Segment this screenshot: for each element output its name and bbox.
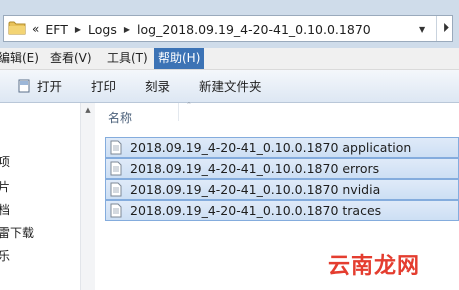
file-row[interactable]: 2018.09.19_4-20-41_0.10.0.1870 traces (105, 200, 459, 221)
go-arrow-icon: ⏵ (442, 21, 450, 36)
nav-item[interactable]: 乐 (0, 247, 10, 264)
breadcrumb-separator-icon[interactable]: ▶ (124, 25, 130, 34)
scroll-up-arrow-icon[interactable]: ▲ (81, 106, 95, 118)
breadcrumb-overflow[interactable]: « (32, 22, 39, 36)
file-name: 2018.09.19_4-20-41_0.10.0.1870 nvidia (130, 182, 381, 197)
file-name: 2018.09.19_4-20-41_0.10.0.1870 errors (130, 161, 380, 176)
folder-icon (8, 21, 26, 35)
nav-item[interactable]: 档 (0, 201, 10, 218)
nav-item[interactable]: 项 (0, 153, 10, 170)
breadcrumb-separator-icon[interactable]: ▶ (75, 25, 81, 34)
menu-view[interactable]: 查看(V) (46, 48, 96, 69)
column-divider[interactable] (178, 103, 179, 121)
menu-edit[interactable]: 编辑(E) (0, 48, 43, 69)
menu-tools[interactable]: 工具(T) (103, 48, 152, 69)
new-folder-button[interactable]: 新建文件夹 (199, 78, 262, 96)
address-bar[interactable]: « EFT ▶ Logs ▶ log_2018.09.19_4-20-41_0.… (3, 15, 453, 42)
file-name: 2018.09.19_4-20-41_0.10.0.1870 traces (130, 203, 382, 218)
text-file-icon (110, 140, 122, 155)
address-dropdown-icon[interactable]: ▼ (419, 25, 425, 34)
file-row[interactable]: 2018.09.19_4-20-41_0.10.0.1870 errors (105, 158, 459, 179)
breadcrumb-item[interactable]: EFT (45, 22, 68, 37)
burn-button[interactable]: 刻录 (145, 78, 170, 96)
text-file-icon (110, 161, 122, 176)
watermark-logo: 云南龙网 (328, 254, 421, 279)
address-go-button[interactable]: ⏵ (436, 16, 455, 41)
address-bar-area: « EFT ▶ Logs ▶ log_2018.09.19_4-20-41_0.… (0, 0, 459, 48)
breadcrumb-item[interactable]: Logs (88, 22, 117, 37)
menu-bar: 编辑(E) 查看(V) 工具(T) 帮助(H) (0, 48, 459, 70)
breadcrumb-item-current[interactable]: log_2018.09.19_4-20-41_0.10.0.1870 (137, 22, 371, 37)
command-toolbar: 打开 打印 刻录 新建文件夹 (0, 70, 459, 103)
file-row[interactable]: 2018.09.19_4-20-41_0.10.0.1870 nvidia (105, 179, 459, 200)
menu-help[interactable]: 帮助(H) (154, 48, 205, 69)
open-file-icon (18, 79, 30, 93)
breadcrumb: « EFT ▶ Logs ▶ log_2018.09.19_4-20-41_0.… (32, 21, 371, 37)
text-file-icon (110, 182, 122, 197)
column-header-name[interactable]: 名称 (108, 109, 132, 126)
print-button[interactable]: 打印 (91, 78, 116, 96)
text-file-icon (110, 203, 122, 218)
nav-item[interactable]: 雷下载 (0, 224, 34, 241)
sort-ascending-icon: ⌃ (186, 101, 192, 109)
open-button[interactable]: 打开 (37, 78, 62, 96)
nav-scrollbar[interactable]: ▲ (80, 103, 95, 290)
file-name: 2018.09.19_4-20-41_0.10.0.1870 applicati… (130, 140, 412, 155)
navigation-pane: 项 片 档 雷下载 乐 (0, 103, 81, 290)
nav-item[interactable]: 片 (0, 178, 10, 195)
file-row[interactable]: 2018.09.19_4-20-41_0.10.0.1870 applicati… (105, 137, 459, 158)
